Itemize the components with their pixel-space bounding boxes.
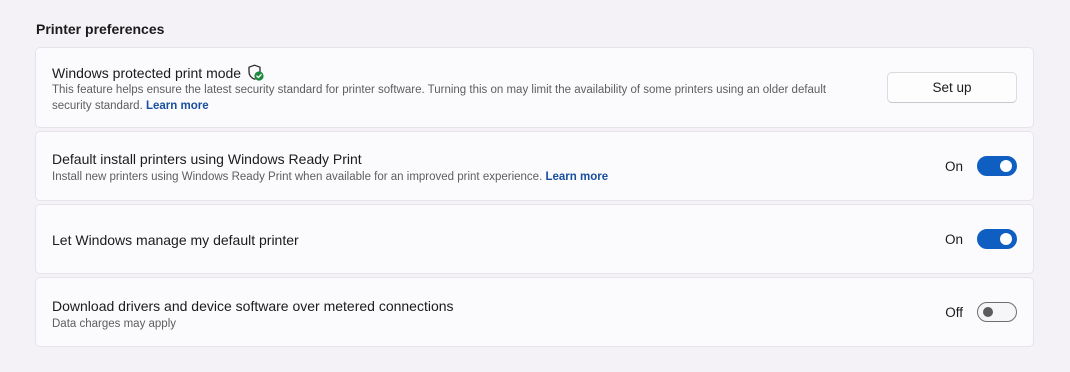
metered-description: Data charges may apply	[52, 318, 177, 330]
default-printer-title: Let Windows manage my default printer	[52, 232, 299, 248]
ready-print-toggle[interactable]	[977, 156, 1017, 176]
default-printer-card: Let Windows manage my default printer On	[35, 204, 1034, 274]
default-printer-state-label: On	[944, 232, 963, 247]
metered-card: Download drivers and device software ove…	[35, 277, 1034, 347]
metered-state-label: Off	[945, 305, 963, 320]
toggle-knob	[1000, 233, 1012, 245]
toggle-knob	[983, 307, 993, 317]
ready-print-state-label: On	[944, 159, 963, 174]
protected-print-title-row: Windows protected print mode	[52, 64, 264, 84]
ready-print-description: Install new printers using Windows Ready…	[52, 171, 543, 183]
section-title: Printer preferences	[36, 21, 165, 37]
metered-title: Download drivers and device software ove…	[52, 298, 454, 314]
ready-print-card: Default install printers using Windows R…	[35, 131, 1034, 201]
protected-print-card: Windows protected print mode This featur…	[35, 47, 1034, 128]
protected-print-description-block: This feature helps ensure the latest sec…	[52, 82, 852, 114]
protected-print-title: Windows protected print mode	[52, 65, 242, 81]
protected-print-learn-more-link[interactable]: Learn more	[146, 100, 209, 112]
printer-preferences-page: Printer preferences Windows protected pr…	[0, 0, 1070, 372]
ready-print-learn-more-link[interactable]: Learn more	[545, 171, 608, 183]
shield-check-icon	[247, 64, 264, 84]
ready-print-description-block: Install new printers using Windows Ready…	[52, 169, 852, 185]
set-up-button[interactable]: Set up	[887, 72, 1017, 103]
metered-toggle[interactable]	[977, 302, 1017, 322]
default-printer-toggle[interactable]	[977, 229, 1017, 249]
ready-print-title: Default install printers using Windows R…	[52, 151, 362, 167]
toggle-knob	[1000, 160, 1012, 172]
